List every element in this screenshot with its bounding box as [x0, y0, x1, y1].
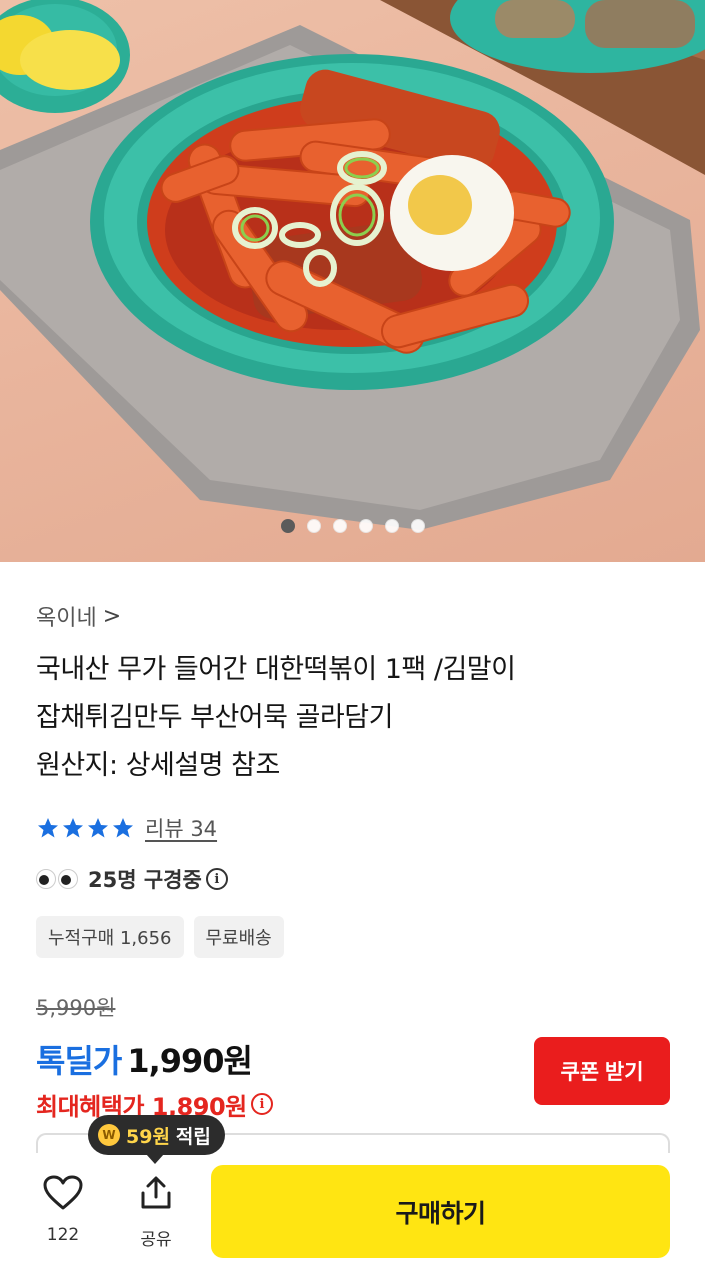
share-button[interactable]: 공유 — [126, 1175, 186, 1250]
eyes-icon — [36, 869, 78, 889]
like-button[interactable]: 122 — [33, 1175, 93, 1245]
reward-suffix: 적립 — [175, 1125, 211, 1148]
seller-name: 옥이네 — [36, 606, 97, 631]
deal-label: 톡딜가 — [36, 1042, 122, 1080]
product-title-line: 잡채튀김만두 부산어묵 골라담기 — [36, 702, 393, 733]
seller-link[interactable]: 옥이네 > — [36, 598, 676, 634]
cumulative-purchase-badge: 누적구매 1,656 — [36, 916, 184, 958]
reward-tooltip: W 59원 적립 — [88, 1115, 225, 1164]
info-icon[interactable]: i — [250, 1093, 273, 1115]
share-label: 공유 — [140, 1230, 172, 1250]
star-icon — [38, 818, 58, 838]
carousel-dot[interactable] — [280, 519, 295, 533]
carousel-dot[interactable] — [332, 519, 347, 533]
carousel-dot[interactable] — [384, 519, 399, 533]
heart-icon — [43, 1175, 83, 1210]
carousel-dot[interactable] — [358, 519, 373, 533]
product-title: 국내산 무가 들어간 대한떡볶이 1팩 /김말이 잡채튀김만두 부산어묵 골라담… — [36, 646, 676, 790]
viewers-count: 25명 구경중 — [88, 868, 202, 892]
product-image-carousel[interactable] — [0, 0, 705, 562]
star-icon — [88, 818, 108, 838]
product-title-line: 국내산 무가 들어간 대한떡볶이 1팩 /김말이 — [36, 654, 516, 685]
badge-list: 누적구매 1,656 무료배송 — [36, 916, 676, 958]
original-price: 5,990원 — [36, 996, 116, 1020]
like-count: 122 — [46, 1225, 80, 1245]
reward-amount: 59원 — [126, 1125, 170, 1148]
coupon-button[interactable]: 쿠폰 받기 — [534, 1037, 670, 1105]
info-icon[interactable]: i — [205, 868, 228, 890]
review-link[interactable]: 리뷰 34 — [145, 813, 217, 843]
rating-row: 리뷰 34 — [36, 810, 676, 846]
rating-stars — [36, 816, 135, 840]
carousel-dot[interactable] — [306, 519, 321, 533]
star-icon — [113, 818, 133, 838]
chevron-right-icon: > — [102, 603, 122, 629]
star-icon — [63, 818, 83, 838]
viewers-row: 25명 구경중 i — [36, 862, 676, 896]
free-shipping-badge: 무료배송 — [193, 916, 284, 958]
product-photo — [0, 0, 705, 530]
carousel-dot[interactable] — [410, 519, 425, 533]
product-title-line: 원산지: 상세설명 참조 — [36, 750, 280, 781]
share-icon — [141, 1176, 171, 1209]
buy-button[interactable]: 구매하기 — [211, 1165, 670, 1258]
coin-icon: W — [98, 1124, 120, 1146]
deal-price: 1,990원 — [127, 1042, 253, 1080]
carousel-indicator — [0, 519, 705, 533]
